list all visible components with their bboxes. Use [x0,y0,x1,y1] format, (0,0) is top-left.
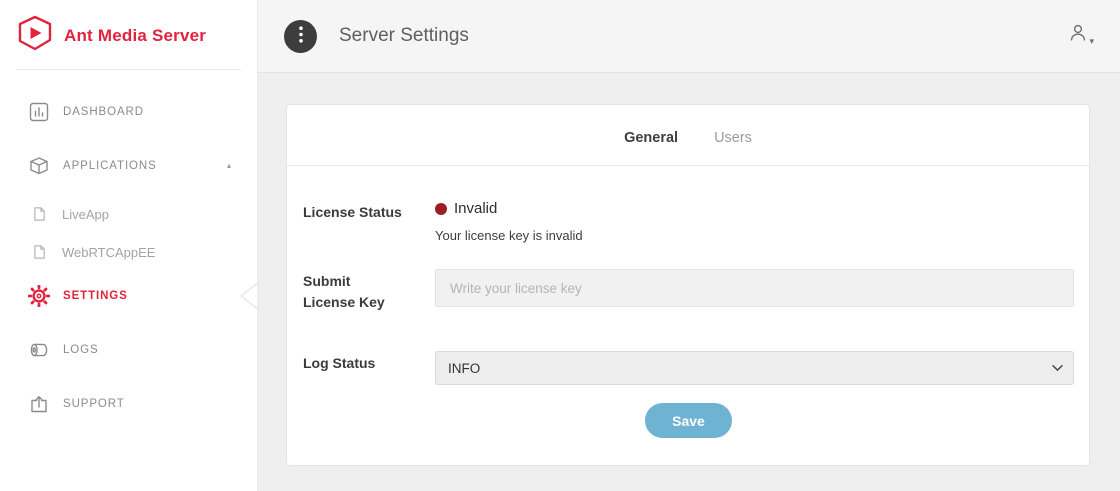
app-window: Ant Media Server DASHBOARD [0,0,1120,491]
sidebar-item-label: DASHBOARD [63,106,144,118]
save-button[interactable]: Save [645,403,732,438]
license-status-label: License Status [303,200,435,223]
applications-icon [28,156,50,176]
settings-form: License Status Invalid Your license key … [287,166,1089,438]
status-dot-icon [435,203,447,215]
vertical-dots-icon [299,26,303,46]
file-icon [30,206,48,222]
sidebar-item-settings[interactable]: SETTINGS [0,276,257,316]
license-status-row: License Status Invalid Your license key … [303,200,1074,243]
logs-icon [28,340,50,360]
license-key-field-col [435,269,1074,307]
sidebar-item-label: APPLICATIONS [63,160,157,172]
license-key-input[interactable] [435,269,1074,307]
sidebar-item-support[interactable]: SUPPORT [0,384,257,424]
main-area: Server Settings ▾ General Users [258,0,1120,491]
license-status-value-group: Invalid Your license key is invalid [435,200,1074,243]
tab-bar: General Users [287,105,1089,166]
ant-media-logo-icon [16,15,54,56]
sidebar-item-applications[interactable]: APPLICATIONS ▴ [0,146,257,186]
top-header: Server Settings ▾ [258,0,1120,73]
sidebar-item-label: LOGS [63,344,99,356]
user-icon [1068,23,1088,48]
license-key-label: Submit License Key [303,269,435,313]
page-title: Server Settings [339,25,469,47]
sidebar-item-label: SETTINGS [63,290,128,302]
license-key-row: Submit License Key [303,269,1074,313]
caret-down-icon: ▾ [1089,37,1094,48]
sidebar-item-label: LiveApp [62,207,109,222]
sidebar-nav: DASHBOARD APPLICATIONS ▴ [0,70,257,424]
menu-toggle-button[interactable] [284,20,317,53]
sidebar-item-liveapp[interactable]: LiveApp [0,200,257,228]
log-status-label: Log Status [303,351,435,374]
sidebar-item-logs[interactable]: LOGS [0,330,257,370]
sidebar-item-label: WebRTCAppEE [62,245,155,260]
license-status-value: Invalid [454,200,497,217]
log-status-select-wrap: INFO [435,351,1074,385]
support-icon [28,394,50,414]
license-status-message: Your license key is invalid [435,228,1074,243]
settings-gear-icon [28,285,50,307]
active-item-notch [236,280,260,312]
sidebar-item-webrtcappee[interactable]: WebRTCAppEE [0,238,257,266]
tab-general[interactable]: General [624,130,678,146]
sidebar-item-label: SUPPORT [63,398,125,410]
license-status-line: Invalid [435,200,1074,217]
caret-up-icon: ▴ [227,162,231,170]
log-status-row: Log Status INFO [303,351,1074,385]
log-status-select[interactable]: INFO [435,351,1074,385]
file-icon [30,244,48,260]
brand-name: Ant Media Server [64,26,206,46]
user-menu[interactable]: ▾ [1068,23,1094,50]
tab-users[interactable]: Users [714,130,752,146]
sidebar-item-dashboard[interactable]: DASHBOARD [0,92,257,132]
dashboard-icon [28,102,50,122]
settings-card: General Users License Status Invalid You… [286,104,1090,466]
brand-logo[interactable]: Ant Media Server [0,0,257,69]
sidebar: Ant Media Server DASHBOARD [0,0,258,491]
content-area: General Users License Status Invalid You… [258,73,1120,491]
